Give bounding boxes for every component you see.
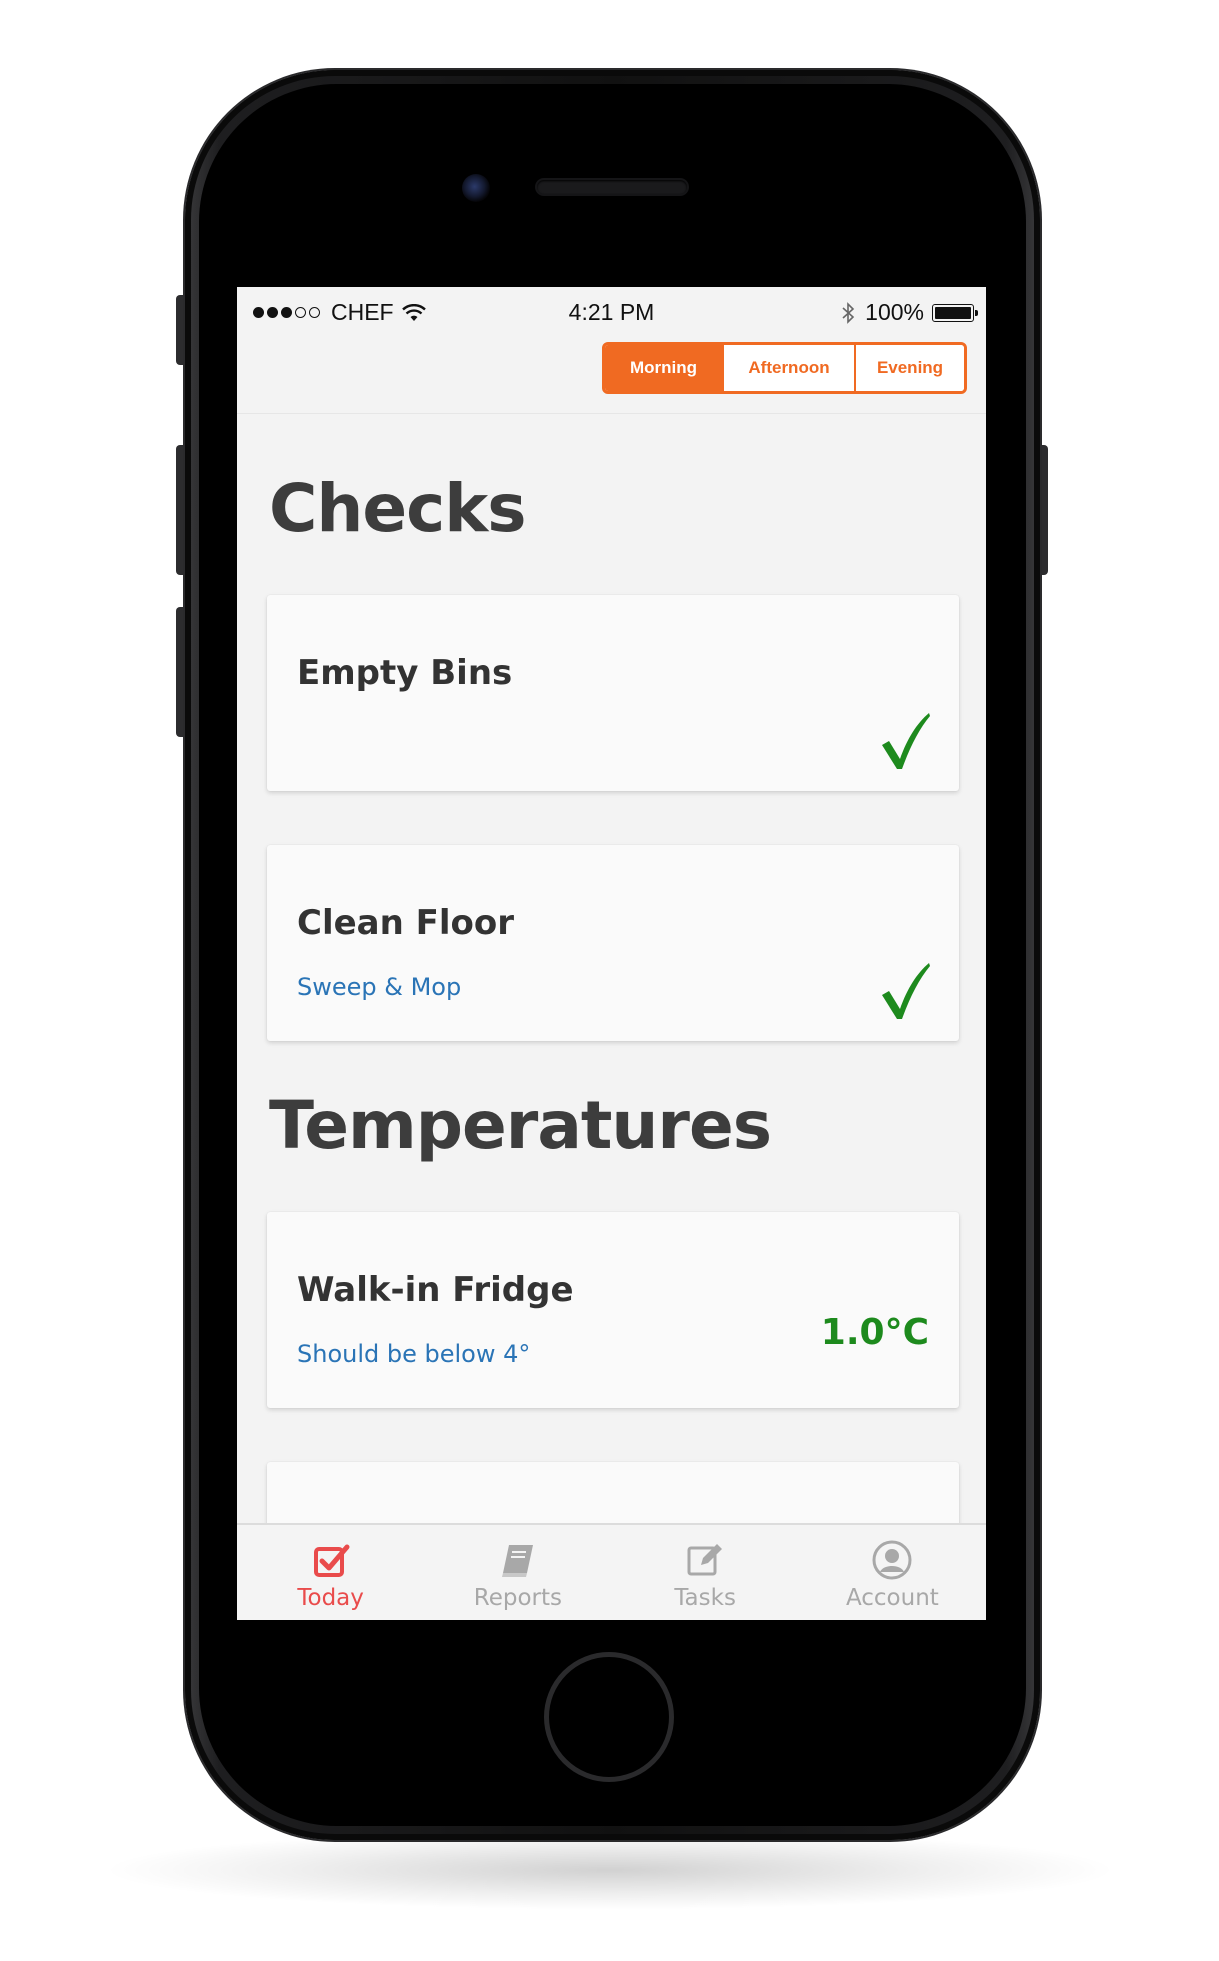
tab-label: Today: [297, 1585, 364, 1611]
temperature-subtitle: Should be below 4°: [297, 1340, 531, 1368]
front-camera: [462, 174, 490, 202]
bluetooth-icon: [842, 301, 855, 324]
temperature-value: 1.0°C: [820, 1312, 929, 1353]
temperature-card[interactable]: Walk-in Fridge Should be below 4° 1.0°C: [267, 1212, 959, 1408]
tab-tasks[interactable]: Tasks: [612, 1525, 799, 1620]
battery-icon: [932, 303, 978, 322]
status-right: 100%: [841, 299, 978, 326]
checkmark-icon: [882, 963, 930, 1019]
user-circle-icon: [872, 1540, 912, 1580]
earpiece-speaker: [537, 180, 687, 194]
book-icon: [501, 1545, 533, 1577]
check-title: Clean Floor: [297, 903, 515, 943]
checkmark-icon: [882, 713, 930, 769]
section-title-checks: Checks: [269, 470, 526, 547]
tab-reports[interactable]: Reports: [424, 1525, 611, 1620]
tab-today[interactable]: Today: [237, 1525, 424, 1620]
tab-label: Tasks: [674, 1585, 736, 1611]
shift-tab-morning[interactable]: Morning: [605, 345, 722, 391]
status-bar: CHEF 4:21 PM 100%: [237, 287, 986, 337]
tab-label: Reports: [473, 1585, 562, 1611]
shift-tab-evening[interactable]: Evening: [854, 345, 964, 391]
check-title: Empty Bins: [297, 653, 513, 693]
check-card[interactable]: Clean Floor Sweep & Mop: [267, 845, 959, 1041]
check-card[interactable]: Empty Bins: [267, 595, 959, 791]
checkbox-icon: [313, 1544, 350, 1577]
tab-label: Account: [845, 1585, 939, 1611]
shift-segmented-control: Morning Afternoon Evening: [602, 342, 967, 394]
app-screen: CHEF 4:21 PM 100% Morning Afternoon Even…: [237, 287, 986, 1620]
bottom-tab-bar: Today Reports Tasks Account: [237, 1523, 986, 1620]
temperature-title: Walk-in Fridge: [297, 1270, 574, 1310]
section-title-temperatures: Temperatures: [269, 1087, 772, 1164]
battery-percent: 100%: [865, 299, 924, 325]
check-subtitle: Sweep & Mop: [297, 973, 462, 1001]
shift-tab-afternoon[interactable]: Afternoon: [722, 345, 854, 391]
edit-icon: [687, 1544, 723, 1576]
app-header: Morning Afternoon Evening: [237, 337, 986, 414]
tab-account[interactable]: Account: [799, 1525, 986, 1620]
home-button[interactable]: [544, 1652, 674, 1782]
phone-shadow: [100, 1830, 1120, 1910]
